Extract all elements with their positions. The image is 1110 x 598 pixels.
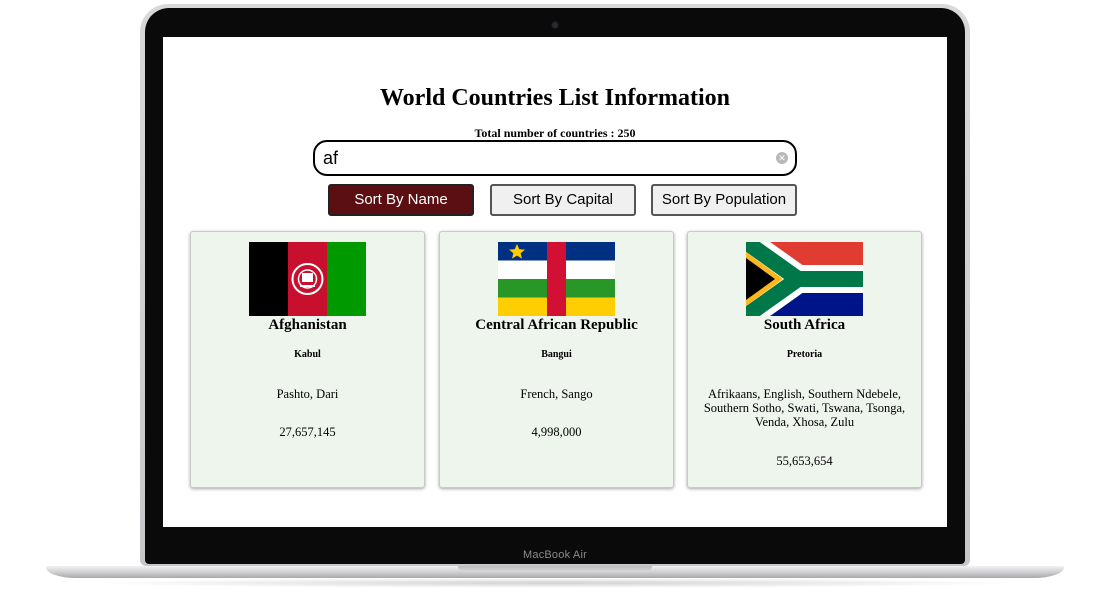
page-title: World Countries List Information xyxy=(379,85,730,111)
clear-icon[interactable]: ✕ xyxy=(776,152,788,164)
country-languages: Afrikaans, English, Southern Ndebele, So… xyxy=(703,387,906,429)
sort-by-population-button[interactable]: Sort By Population xyxy=(651,184,797,216)
country-capital: Kabul xyxy=(294,349,321,360)
search-input[interactable] xyxy=(323,146,763,170)
device-label: MacBook Air xyxy=(523,549,587,561)
country-card: South Africa Pretoria Afrikaans, English… xyxy=(687,231,922,488)
country-name: Afghanistan xyxy=(268,317,347,333)
afghanistan-flag-image xyxy=(249,242,366,316)
country-name: South Africa xyxy=(763,317,846,333)
laptop-notch xyxy=(458,566,652,572)
country-card: Afghanistan Kabul Pashto, Dari 27,657,14… xyxy=(190,231,425,488)
country-name: Central African Republic xyxy=(475,317,638,333)
country-population: 4,998,000 xyxy=(531,425,582,439)
country-capital: Pretoria xyxy=(786,349,823,360)
south-africa-flag-image xyxy=(746,242,863,316)
camera-icon xyxy=(552,22,558,28)
laptop-shadow xyxy=(80,578,1030,588)
country-card: Central African Republic Bangui French, … xyxy=(439,231,674,488)
country-capital: Bangui xyxy=(541,349,572,360)
country-population: 27,657,145 xyxy=(279,425,336,439)
search-box: ✕ xyxy=(313,140,797,176)
total-countries: Total number of countries : 250 xyxy=(474,126,636,140)
sort-by-name-button[interactable]: Sort By Name xyxy=(328,184,474,216)
browser-viewport: World Countries List Information Total n… xyxy=(163,37,947,527)
sort-by-capital-button[interactable]: Sort By Capital xyxy=(490,184,636,216)
country-languages: French, Sango xyxy=(520,387,593,401)
central-african-republic-flag-image xyxy=(498,242,615,316)
country-languages: Pashto, Dari xyxy=(276,387,339,401)
country-population: 55,653,654 xyxy=(776,454,833,468)
